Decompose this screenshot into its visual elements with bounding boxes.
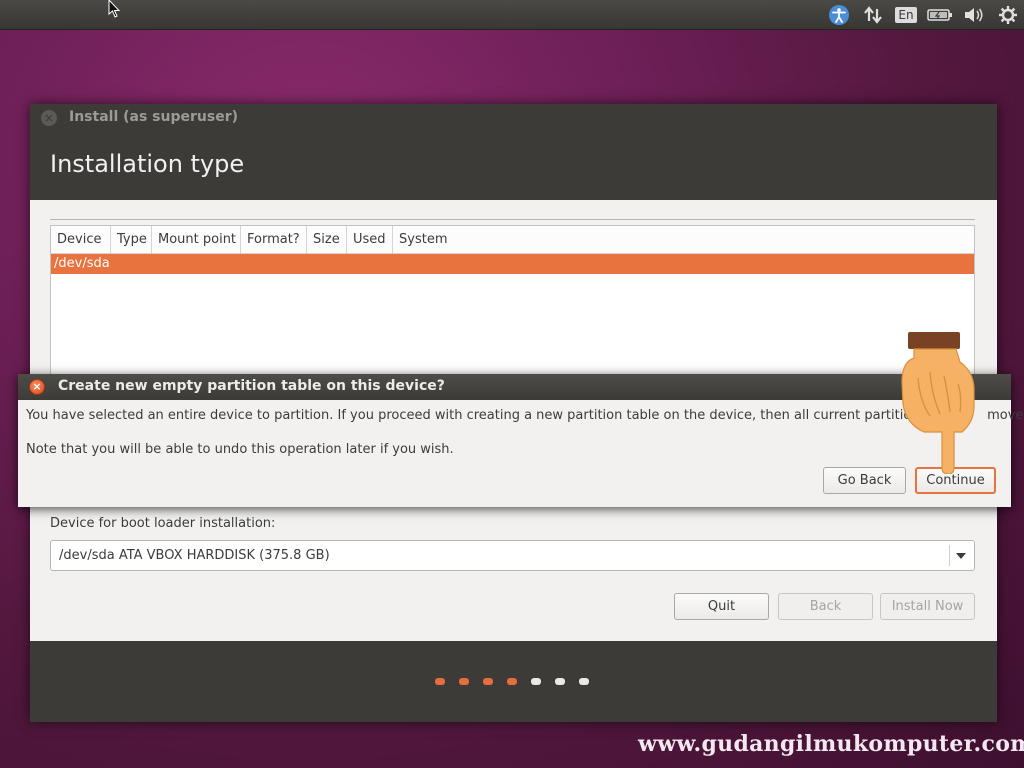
column-system[interactable]: System bbox=[393, 226, 453, 253]
boot-loader-select[interactable]: /dev/sda ATA VBOX HARDDISK (375.8 GB) bbox=[50, 540, 975, 571]
close-icon[interactable]: × bbox=[29, 379, 45, 395]
dialog-note: Note that you will be able to undo this … bbox=[26, 442, 454, 457]
top-panel: En bbox=[0, 0, 1024, 30]
select-divider bbox=[949, 545, 950, 566]
device-cell: /dev/sda bbox=[54, 256, 110, 271]
dialog-message-end: moved. bbox=[987, 408, 1024, 423]
settings-gear-icon[interactable] bbox=[991, 0, 1024, 30]
dialog-message: You have selected an entire device to pa… bbox=[26, 408, 1024, 423]
table-header: Device Type Mount point Format? Size Use… bbox=[51, 226, 974, 254]
installer-footer bbox=[30, 641, 997, 722]
progress-dot bbox=[531, 678, 541, 685]
boot-loader-value: /dev/sda ATA VBOX HARDDISK (375.8 GB) bbox=[59, 548, 330, 563]
progress-dot bbox=[507, 678, 517, 685]
go-back-button[interactable]: Go Back bbox=[823, 467, 906, 494]
progress-dot bbox=[483, 678, 493, 685]
close-icon[interactable]: × bbox=[41, 110, 57, 126]
dialog-titlebar: × Create new empty partition table on th… bbox=[18, 374, 1011, 400]
pointing-hand-icon bbox=[901, 332, 975, 474]
progress-dot bbox=[459, 678, 469, 685]
divider bbox=[50, 219, 975, 220]
progress-dot bbox=[435, 678, 445, 685]
chevron-down-icon bbox=[956, 553, 966, 559]
column-device[interactable]: Device bbox=[51, 226, 111, 253]
keyboard-layout-icon[interactable]: En bbox=[889, 0, 923, 30]
progress-dot bbox=[555, 678, 565, 685]
column-format[interactable]: Format? bbox=[241, 226, 307, 253]
dialog-title: Create new empty partition table on this… bbox=[58, 378, 445, 394]
column-mount-point[interactable]: Mount point bbox=[152, 226, 241, 253]
dialog-message-start: You have selected an entire device to pa… bbox=[26, 408, 942, 423]
column-type[interactable]: Type bbox=[111, 226, 152, 253]
battery-icon[interactable] bbox=[923, 0, 957, 30]
quit-button[interactable]: Quit bbox=[674, 593, 769, 620]
window-title: Install (as superuser) bbox=[69, 109, 238, 125]
mouse-cursor-icon bbox=[108, 0, 120, 18]
column-size[interactable]: Size bbox=[307, 226, 347, 253]
installer-titlebar: × Install (as superuser) Installation ty… bbox=[30, 104, 997, 200]
partition-table-dialog: × Create new empty partition table on th… bbox=[18, 374, 1024, 507]
progress-indicator bbox=[435, 678, 589, 685]
boot-loader-label: Device for boot loader installation: bbox=[50, 516, 276, 531]
watermark: www.gudangilmukomputer.com bbox=[638, 731, 1024, 757]
partition-table[interactable]: Device Type Mount point Format? Size Use… bbox=[50, 225, 975, 385]
progress-dot bbox=[579, 678, 589, 685]
back-button[interactable]: Back bbox=[778, 593, 873, 620]
table-row[interactable]: /dev/sda bbox=[51, 254, 974, 274]
accessibility-icon[interactable] bbox=[822, 0, 856, 30]
network-icon[interactable] bbox=[856, 0, 890, 30]
column-used[interactable]: Used bbox=[347, 226, 393, 253]
volume-icon[interactable] bbox=[957, 0, 991, 30]
page-title: Installation type bbox=[50, 150, 245, 178]
install-now-button[interactable]: Install Now bbox=[880, 593, 975, 620]
keyboard-layout-label: En bbox=[895, 7, 917, 23]
